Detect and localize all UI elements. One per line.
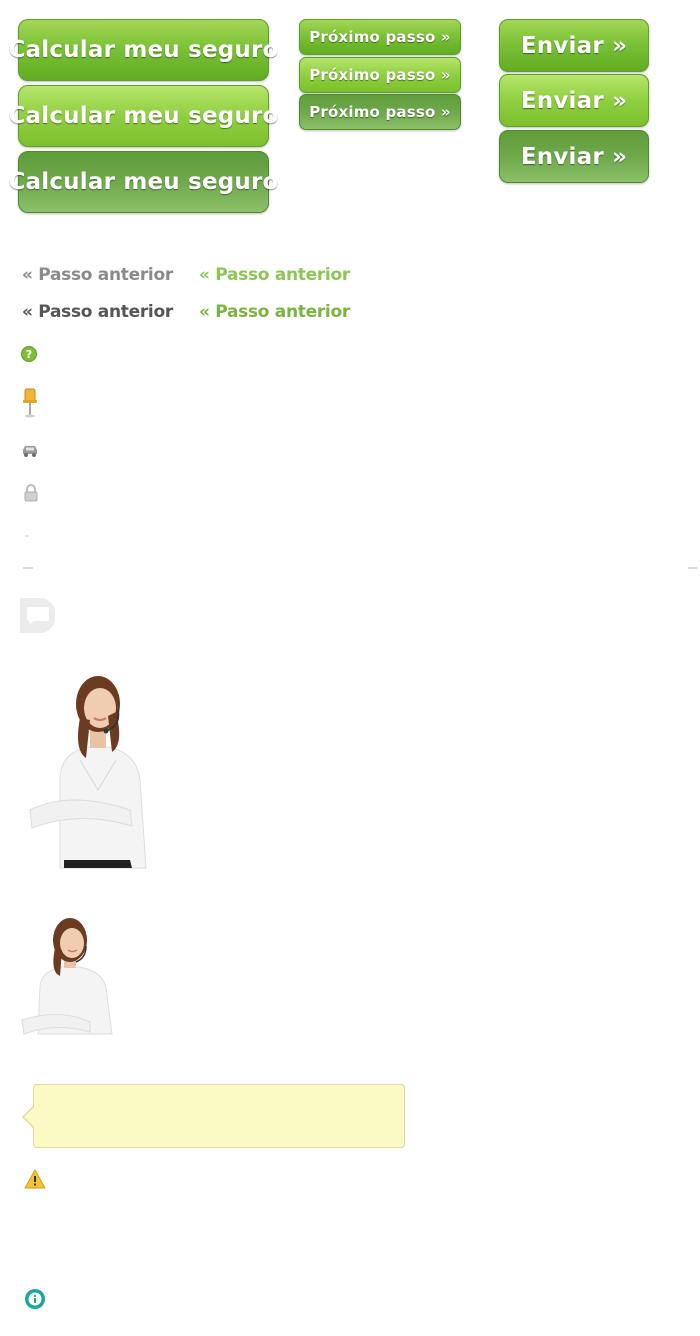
faint-line-right — [688, 567, 698, 569]
enviar-label: Enviar » — [520, 143, 628, 170]
passo-anterior-link-green-hover[interactable]: « Passo anterior — [199, 302, 350, 322]
faint-dot — [25, 535, 29, 537]
proximo-passo-label: Próximo passo » — [309, 103, 451, 121]
attendant-photo-large — [29, 676, 147, 869]
proximo-passo-button-hover[interactable]: Próximo passo » — [299, 57, 461, 93]
svg-text:?: ? — [26, 348, 32, 361]
calcular-seguro-label: Calcular meu seguro — [8, 169, 279, 195]
enviar-label: Enviar » — [520, 32, 628, 59]
lock-icon — [24, 484, 38, 502]
info-icon — [25, 1289, 45, 1309]
calcular-seguro-button-normal[interactable]: Calcular meu seguro — [8, 19, 278, 81]
calcular-seguro-label: Calcular meu seguro — [8, 37, 279, 63]
passo-anterior-link-gray[interactable]: « Passo anterior — [22, 265, 173, 285]
car-icon — [23, 446, 37, 457]
proximo-passo-label: Próximo passo » — [309, 66, 451, 84]
question-circle-icon[interactable]: ? — [21, 346, 37, 362]
enviar-button-normal[interactable]: Enviar » — [499, 19, 649, 72]
calcular-seguro-label: Calcular meu seguro — [8, 103, 279, 129]
proximo-passo-button-normal[interactable]: Próximo passo » — [299, 19, 461, 55]
warning-icon — [24, 1169, 46, 1189]
enviar-label: Enviar » — [520, 87, 628, 114]
enviar-button-hover[interactable]: Enviar » — [499, 74, 649, 127]
push-pin-icon — [23, 388, 37, 418]
enviar-button-active[interactable]: Enviar » — [499, 130, 649, 183]
passo-anterior-link-dark[interactable]: « Passo anterior — [22, 302, 173, 322]
faint-line-left — [23, 567, 33, 569]
attendant-photo-small — [21, 918, 113, 1035]
proximo-passo-button-active[interactable]: Próximo passo » — [299, 94, 461, 130]
calcular-seguro-button-hover[interactable]: Calcular meu seguro — [8, 85, 278, 147]
proximo-passo-label: Próximo passo » — [309, 28, 451, 46]
passo-anterior-link-green[interactable]: « Passo anterior — [199, 265, 350, 285]
chat-bubble-icon — [20, 598, 55, 633]
calcular-seguro-button-active[interactable]: Calcular meu seguro — [8, 151, 278, 213]
tooltip-balloon — [22, 1084, 405, 1148]
